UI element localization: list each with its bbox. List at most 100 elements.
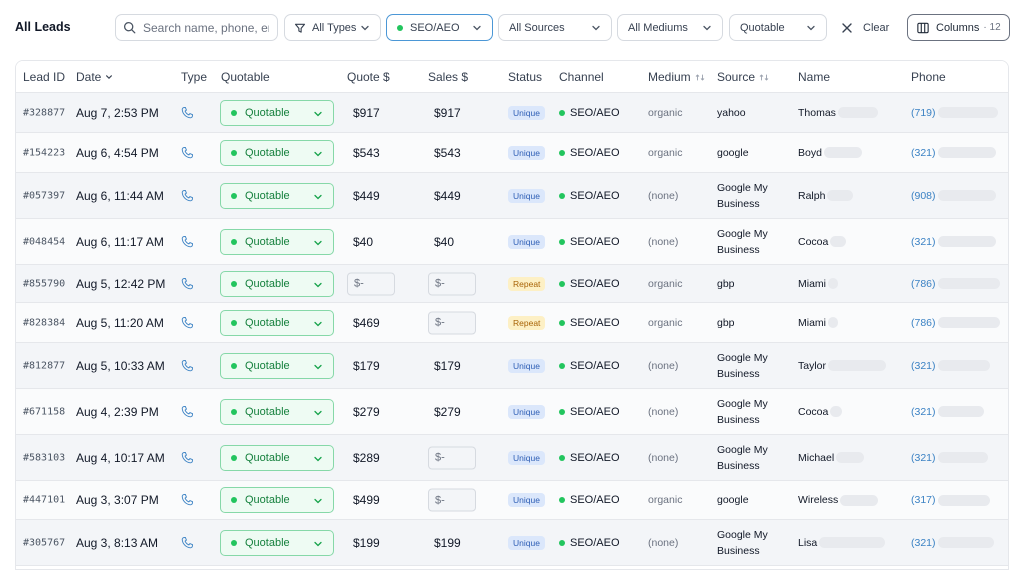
phone-link[interactable]: (321) <box>911 236 936 248</box>
header-lead-id[interactable]: Lead ID <box>23 70 65 84</box>
sales-value: $199 <box>434 535 461 550</box>
sales-input[interactable]: $- <box>428 488 476 512</box>
quote-input[interactable]: $- <box>347 272 395 295</box>
filter-types-dropdown[interactable]: All Types <box>284 14 381 41</box>
phone-link[interactable]: (321) <box>911 452 936 464</box>
channel-cell: SEO/AEO <box>559 190 620 202</box>
quotable-label: Quotable <box>245 359 290 372</box>
phone-icon <box>180 235 194 249</box>
table-row[interactable]: #154223 Aug 6, 4:54 PM Quotable $543 $543 Uni… <box>16 133 1008 173</box>
filter-channel-dropdown[interactable]: SEO/AEO <box>386 14 493 41</box>
channel-cell: SEO/AEO <box>559 317 620 329</box>
phone-cell[interactable]: (321) <box>911 537 994 549</box>
quotable-select[interactable]: Quotable <box>220 270 334 297</box>
table-row[interactable]: #057397 Aug 6, 11:44 AM Quotable $449 $449 Un… <box>16 173 1008 219</box>
header-medium[interactable]: Medium <box>648 70 705 84</box>
header-status[interactable]: Status <box>508 70 542 84</box>
quotable-select[interactable]: Quotable <box>220 444 334 471</box>
redacted-text <box>828 278 838 289</box>
quotable-dot <box>231 280 237 287</box>
quotable-select[interactable]: Quotable <box>220 487 334 513</box>
phone-link[interactable]: (321) <box>911 147 936 159</box>
lead-name: Boyd <box>798 146 822 159</box>
table-row[interactable]: #048454 Aug 6, 11:17 AM Quotable $40 $40 Uniq… <box>16 219 1008 265</box>
quotable-select[interactable]: Quotable <box>220 309 334 336</box>
header-name[interactable]: Name <box>798 70 830 84</box>
redacted-text <box>937 494 990 506</box>
table-row[interactable]: #583103 Aug 4, 10:17 AM Quotable $289 $- Uniq… <box>16 435 1008 481</box>
table-row[interactable]: #671158 Aug 4, 2:39 PM Quotable $279 $279 Uni… <box>16 389 1008 435</box>
quotable-select[interactable]: Quotable <box>220 228 334 255</box>
phone-link[interactable]: (321) <box>911 406 936 418</box>
channel-cell: SEO/AEO <box>559 278 620 290</box>
search-box[interactable] <box>115 14 278 41</box>
phone-cell[interactable]: (321) <box>911 236 996 248</box>
phone-link[interactable]: (786) <box>911 317 936 329</box>
quotable-dot <box>231 192 237 199</box>
phone-cell[interactable]: (321) <box>911 406 984 418</box>
status-badge: Repeat <box>508 315 546 330</box>
phone-cell[interactable]: (908) <box>911 190 996 202</box>
channel-label: SEO/AEO <box>570 451 620 464</box>
phone-cell[interactable]: (321) <box>911 452 988 464</box>
search-input[interactable] <box>143 20 269 35</box>
phone-cell[interactable]: (719) <box>911 107 998 119</box>
phone-link[interactable]: (719) <box>911 107 936 119</box>
filter-quotable-dropdown[interactable]: Quotable <box>729 14 827 41</box>
phone-icon <box>180 451 194 465</box>
source-value: Google My Business <box>717 397 768 426</box>
phone-link[interactable]: (321) <box>911 360 936 372</box>
header-type[interactable]: Type <box>181 70 207 84</box>
redacted-text <box>828 317 838 328</box>
header-source[interactable]: Source <box>717 70 769 84</box>
columns-button[interactable]: Columns · 12 <box>907 14 1010 41</box>
phone-cell[interactable]: (321) <box>911 360 990 372</box>
table-row[interactable]: #305767 Aug 3, 8:13 AM Quotable $199 $199 Uni… <box>16 520 1008 566</box>
phone-icon <box>180 106 194 120</box>
channel-dot <box>559 497 565 503</box>
header-sales[interactable]: Sales $ <box>428 70 468 84</box>
header-phone[interactable]: Phone <box>911 70 946 84</box>
sales-input[interactable]: $- <box>428 272 476 295</box>
quotable-select[interactable]: Quotable <box>220 182 334 209</box>
quotable-select[interactable]: Quotable <box>220 139 334 166</box>
status-badge: Unique <box>508 535 545 550</box>
sales-input[interactable]: $- <box>428 311 476 334</box>
quotable-label: Quotable <box>245 106 290 119</box>
phone-link[interactable]: (786) <box>911 278 936 290</box>
quotable-select[interactable]: Quotable <box>220 99 334 126</box>
clear-button[interactable]: Clear <box>842 14 889 41</box>
lead-id: #583103 <box>23 452 66 463</box>
table-row[interactable]: #447101 Aug 3, 3:07 PM Quotable $499 $- Uniqu… <box>16 481 1008 520</box>
phone-link[interactable]: (908) <box>911 190 936 202</box>
quotable-label: Quotable <box>245 316 290 329</box>
redacted-text <box>937 107 998 118</box>
channel-label: SEO/AEO <box>570 316 620 329</box>
phone-cell[interactable]: (321) <box>911 147 996 159</box>
table-row[interactable]: #328877 Aug 7, 2:53 PM Quotable $917 $917 Uni… <box>16 93 1008 133</box>
table-row[interactable]: #828384 Aug 5, 11:20 AM Quotable $469 $- Repe… <box>16 303 1008 343</box>
phone-cell[interactable]: (786) <box>911 317 1000 329</box>
header-quotable[interactable]: Quotable <box>221 70 270 84</box>
sales-input[interactable]: $- <box>428 446 476 469</box>
filter-sources-label: All Sources <box>509 21 565 34</box>
table-row[interactable]: #855790 Aug 5, 12:42 PM Quotable $- $- Repeat… <box>16 265 1008 303</box>
medium-value: organic <box>648 146 683 159</box>
quotable-select[interactable]: Quotable <box>220 529 334 556</box>
quotable-dot <box>231 362 237 369</box>
header-quote[interactable]: Quote $ <box>347 70 390 84</box>
header-date[interactable]: Date <box>76 70 113 84</box>
table-header: Lead ID Date Type Quotable Quote $ Sales… <box>16 61 1008 93</box>
phone-link[interactable]: (317) <box>911 494 936 506</box>
name-cell: Miami <box>798 317 838 329</box>
phone-cell[interactable]: (317) <box>911 494 990 506</box>
filter-sources-dropdown[interactable]: All Sources <box>498 14 612 41</box>
phone-link[interactable]: (321) <box>911 537 936 549</box>
quotable-select[interactable]: Quotable <box>220 398 334 425</box>
table-row[interactable]: #812877 Aug 5, 10:33 AM Quotable $179 $179 Un… <box>16 343 1008 389</box>
phone-cell[interactable]: (786) <box>911 278 1000 290</box>
filter-mediums-dropdown[interactable]: All Mediums <box>617 14 723 41</box>
quotable-select[interactable]: Quotable <box>220 352 334 379</box>
header-channel[interactable]: Channel <box>559 70 604 84</box>
source-value: yahoo <box>717 106 746 119</box>
